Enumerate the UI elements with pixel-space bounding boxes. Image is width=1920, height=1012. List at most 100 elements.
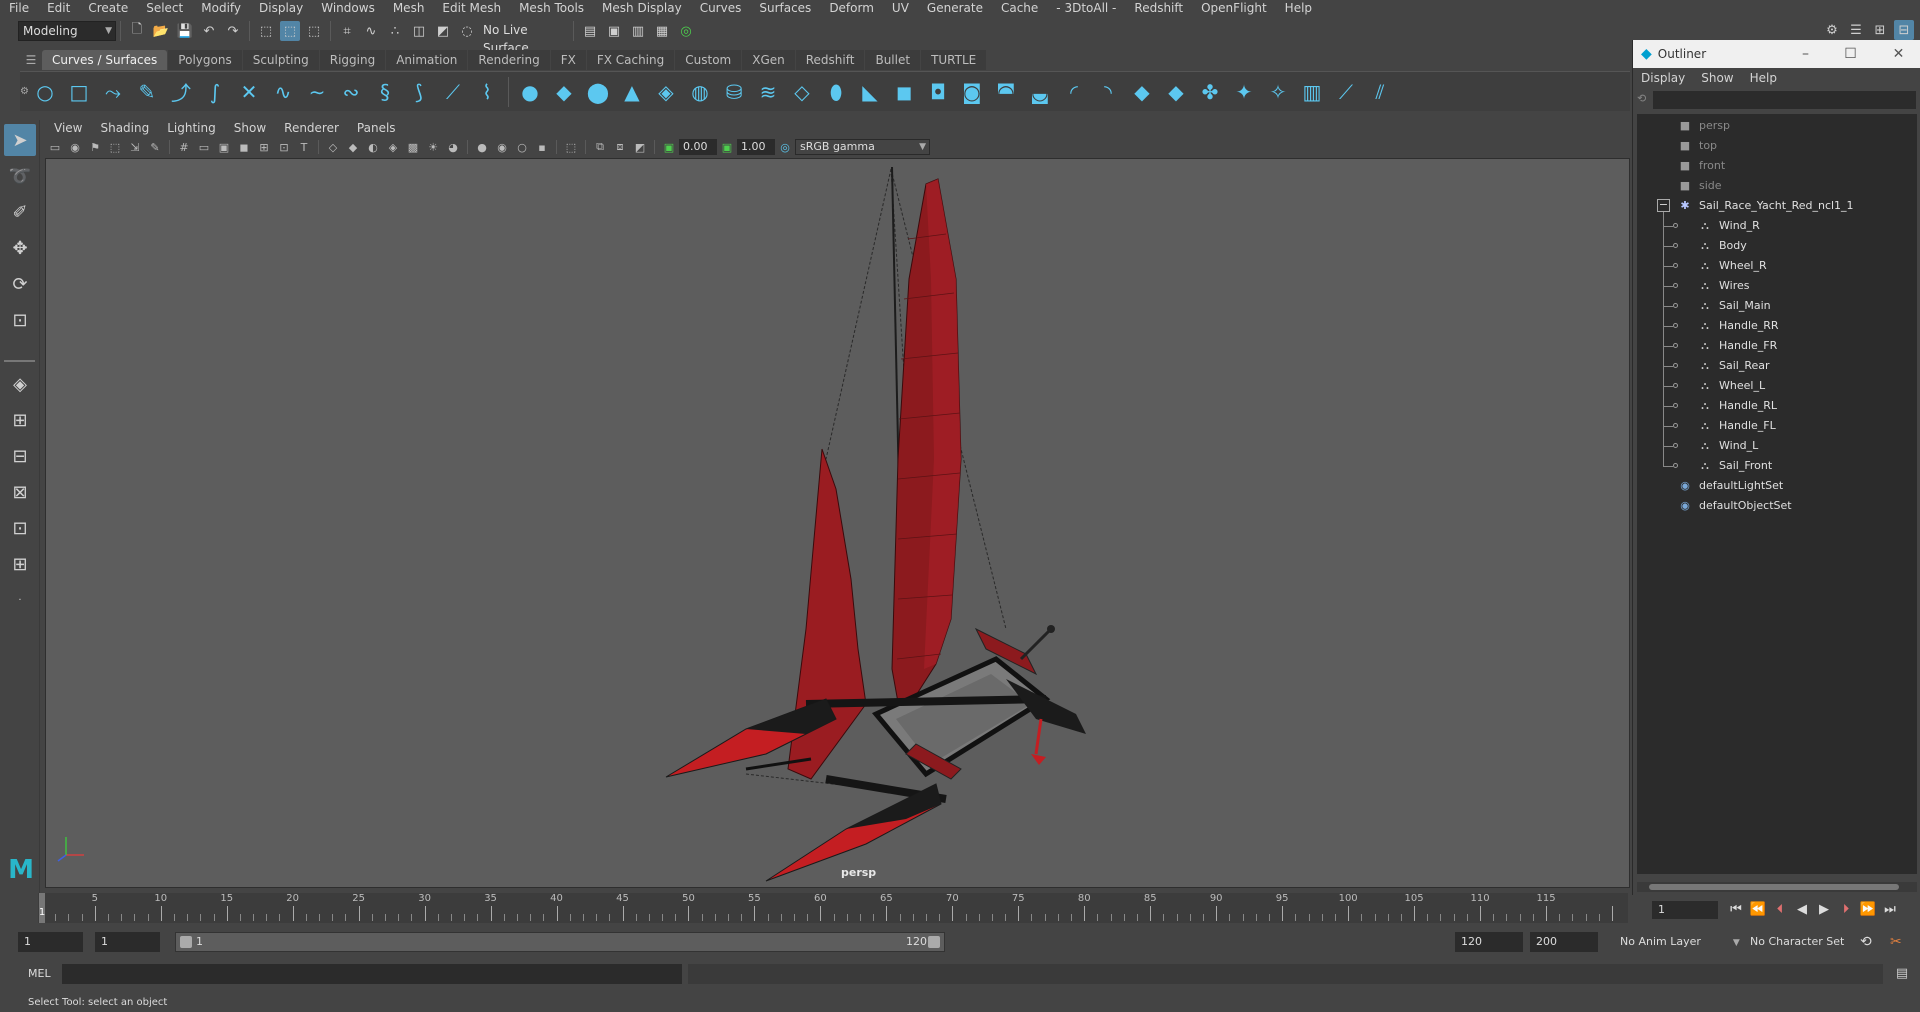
nurbs-plane-icon[interactable]: ◈ bbox=[652, 78, 680, 106]
shelf-tab-curves-surfaces[interactable]: Curves / Surfaces bbox=[42, 50, 168, 70]
select-object-icon[interactable]: ⬚ bbox=[280, 21, 300, 41]
outliner-node-wheel-l[interactable]: ⛬ Wheel_L bbox=[1697, 376, 1765, 396]
playback-end-field[interactable]: 120 bbox=[1455, 932, 1523, 952]
shelf-gear-icon[interactable]: ⚙ bbox=[20, 86, 29, 97]
snap-curve-icon[interactable]: ∿ bbox=[361, 21, 381, 41]
range-slider[interactable]: 1 120 bbox=[175, 932, 945, 952]
command-language-toggle[interactable]: MEL bbox=[28, 963, 51, 985]
outliner-node-handle-rr[interactable]: ⛬ Handle_RR bbox=[1697, 316, 1778, 336]
animation-prefs-icon[interactable]: ✂ bbox=[1890, 932, 1902, 952]
make-live-icon[interactable]: ◌ bbox=[457, 21, 477, 41]
menu-redshift[interactable]: Redshift bbox=[1125, 0, 1192, 17]
backface-culling-icon[interactable]: ◩ bbox=[632, 139, 648, 155]
persp-graph-hyper-layout-icon[interactable]: ⊡ bbox=[4, 512, 36, 544]
channel-box-icon[interactable]: ⊟ bbox=[1894, 20, 1914, 40]
menu-generate[interactable]: Generate bbox=[918, 0, 992, 17]
detach-surfaces-icon[interactable]: ◆ bbox=[1162, 78, 1190, 106]
menu-display[interactable]: Display bbox=[250, 0, 312, 17]
offset-curve-icon[interactable]: ⟆ bbox=[405, 78, 433, 106]
render-frame-icon[interactable]: ▣ bbox=[604, 21, 624, 41]
save-scene-icon[interactable]: 💾 bbox=[175, 21, 195, 41]
menu-deform[interactable]: Deform bbox=[820, 0, 883, 17]
fillet-curve-icon[interactable]: ⟋ bbox=[439, 78, 467, 106]
shelf-menu-icon[interactable]: ☰ bbox=[20, 53, 42, 67]
outliner-node-wires[interactable]: ⛬ Wires bbox=[1697, 276, 1749, 296]
rotate-tool-icon[interactable]: ⟳ bbox=[4, 268, 36, 300]
menu-openflight[interactable]: OpenFlight bbox=[1192, 0, 1276, 17]
auto-key-icon[interactable]: ⟲ bbox=[1860, 932, 1872, 952]
select-tool-icon[interactable]: ➤ bbox=[4, 124, 36, 156]
select-camera-icon[interactable]: ▭ bbox=[47, 139, 63, 155]
outliner-node-group[interactable]: ✱ Sail_Race_Yacht_Red_ncl1_1 bbox=[1677, 196, 1853, 216]
grease-pencil-icon[interactable]: ✎ bbox=[147, 139, 163, 155]
project-curve-icon[interactable]: ◚ bbox=[992, 78, 1020, 106]
undo-icon[interactable]: ↶ bbox=[199, 21, 219, 41]
lasso-tool-icon[interactable]: ➰ bbox=[4, 160, 36, 192]
attach-surfaces-icon[interactable]: ◆ bbox=[1128, 78, 1156, 106]
shelf-tab-bullet[interactable]: Bullet bbox=[865, 50, 921, 70]
snap-surface-icon[interactable]: ◩ bbox=[433, 21, 453, 41]
open-scene-icon[interactable]: 📂 bbox=[151, 21, 171, 41]
outliner-node-wind-l[interactable]: ⛬ Wind_L bbox=[1697, 436, 1758, 456]
depth-of-field-icon[interactable]: ▪ bbox=[534, 139, 550, 155]
outliner-node-defaultlightset[interactable]: ◉ defaultLightSet bbox=[1677, 476, 1783, 496]
collapse-toggle[interactable]: − bbox=[1657, 199, 1670, 212]
gate-mask-icon[interactable]: ◼ bbox=[236, 139, 252, 155]
default-material-icon[interactable]: ◐ bbox=[365, 139, 381, 155]
shelf-tab-xgen[interactable]: XGen bbox=[742, 50, 795, 70]
square-surface-icon[interactable]: ◙ bbox=[958, 78, 986, 106]
resolution-gate-icon[interactable]: ▣ bbox=[216, 139, 232, 155]
animation-start-field[interactable]: 1 bbox=[18, 932, 83, 952]
menu-mesh-tools[interactable]: Mesh Tools bbox=[510, 0, 593, 17]
menu-edit-mesh[interactable]: Edit Mesh bbox=[433, 0, 510, 17]
range-start-handle[interactable] bbox=[180, 936, 192, 948]
wireframe-on-shaded-icon[interactable]: ◈ bbox=[385, 139, 401, 155]
panel-menu-lighting[interactable]: Lighting bbox=[158, 119, 225, 137]
outliner-node-front[interactable]: ■ front bbox=[1677, 156, 1725, 176]
select-component-icon[interactable]: ⬚ bbox=[304, 21, 324, 41]
safe-title-icon[interactable]: T bbox=[296, 139, 312, 155]
arc-tool-icon[interactable]: ✕ bbox=[235, 78, 263, 106]
outliner-scrollbar[interactable] bbox=[1637, 882, 1917, 892]
rebuild-surface-icon[interactable]: ▥ bbox=[1298, 78, 1326, 106]
shelf-tab-redshift[interactable]: Redshift bbox=[795, 50, 865, 70]
select-hierarchy-icon[interactable]: ⬚ bbox=[256, 21, 276, 41]
xray-active-icon[interactable]: ⧈ bbox=[612, 139, 628, 155]
planar-icon[interactable]: ◇ bbox=[788, 78, 816, 106]
cv-curve-icon[interactable]: ⤳ bbox=[99, 78, 127, 106]
panel-menu-panels[interactable]: Panels bbox=[348, 119, 405, 137]
outliner-node-wind-r[interactable]: ⛬ Wind_R bbox=[1697, 216, 1760, 236]
extend-curve-icon[interactable]: ∾ bbox=[337, 78, 365, 106]
nurbs-torus-icon[interactable]: ◍ bbox=[686, 78, 714, 106]
film-gate-icon[interactable]: ▭ bbox=[196, 139, 212, 155]
panel-menu-renderer[interactable]: Renderer bbox=[275, 119, 348, 137]
outliner-node-side[interactable]: ■ side bbox=[1677, 176, 1722, 196]
shadows-icon[interactable]: ◕ bbox=[445, 139, 461, 155]
attach-curves-icon[interactable]: ∿ bbox=[269, 78, 297, 106]
safe-action-icon[interactable]: ⊡ bbox=[276, 139, 292, 155]
color-management-icon[interactable]: ◎ bbox=[777, 139, 793, 155]
menu-curves[interactable]: Curves bbox=[691, 0, 751, 17]
stitch-edges-icon[interactable]: ⟋ bbox=[1332, 78, 1360, 106]
revolve-icon[interactable]: ⛁ bbox=[720, 78, 748, 106]
outliner-node-sail-main[interactable]: ⛬ Sail_Main bbox=[1697, 296, 1770, 316]
script-editor-icon[interactable]: ▤ bbox=[1893, 965, 1911, 983]
outliner-node-top[interactable]: ■ top bbox=[1677, 136, 1717, 156]
shelf-tab-custom[interactable]: Custom bbox=[675, 50, 742, 70]
close-icon[interactable]: ✕ bbox=[1876, 40, 1920, 68]
bookmark-icon[interactable]: ⚑ bbox=[87, 139, 103, 155]
ipr-render-icon[interactable]: ▥ bbox=[628, 21, 648, 41]
two-d-pan-icon[interactable]: ⇲ bbox=[127, 139, 143, 155]
persp-outliner-layout-icon[interactable]: ⊟ bbox=[4, 440, 36, 472]
nurbs-circle-icon[interactable]: ○ bbox=[31, 78, 59, 106]
menu-edit[interactable]: Edit bbox=[38, 0, 79, 17]
pencil-curve-icon[interactable]: ∫ bbox=[201, 78, 229, 106]
nurbs-square-icon[interactable]: □ bbox=[65, 78, 93, 106]
gamma-icon[interactable]: ▣ bbox=[719, 139, 735, 155]
maximize-icon[interactable]: ☐ bbox=[1828, 40, 1873, 68]
time-ruler[interactable]: 5 10 15 20 25 30 35 40 45 50 55 60 65 70 75 80 85 90 95 100… bbox=[38, 893, 1628, 923]
menu-mesh[interactable]: Mesh bbox=[384, 0, 434, 17]
animation-end-field[interactable]: 200 bbox=[1530, 932, 1598, 952]
outliner-node-body[interactable]: ⛬ Body bbox=[1697, 236, 1747, 256]
nurbs-cylinder-icon[interactable]: ⬤ bbox=[584, 78, 612, 106]
